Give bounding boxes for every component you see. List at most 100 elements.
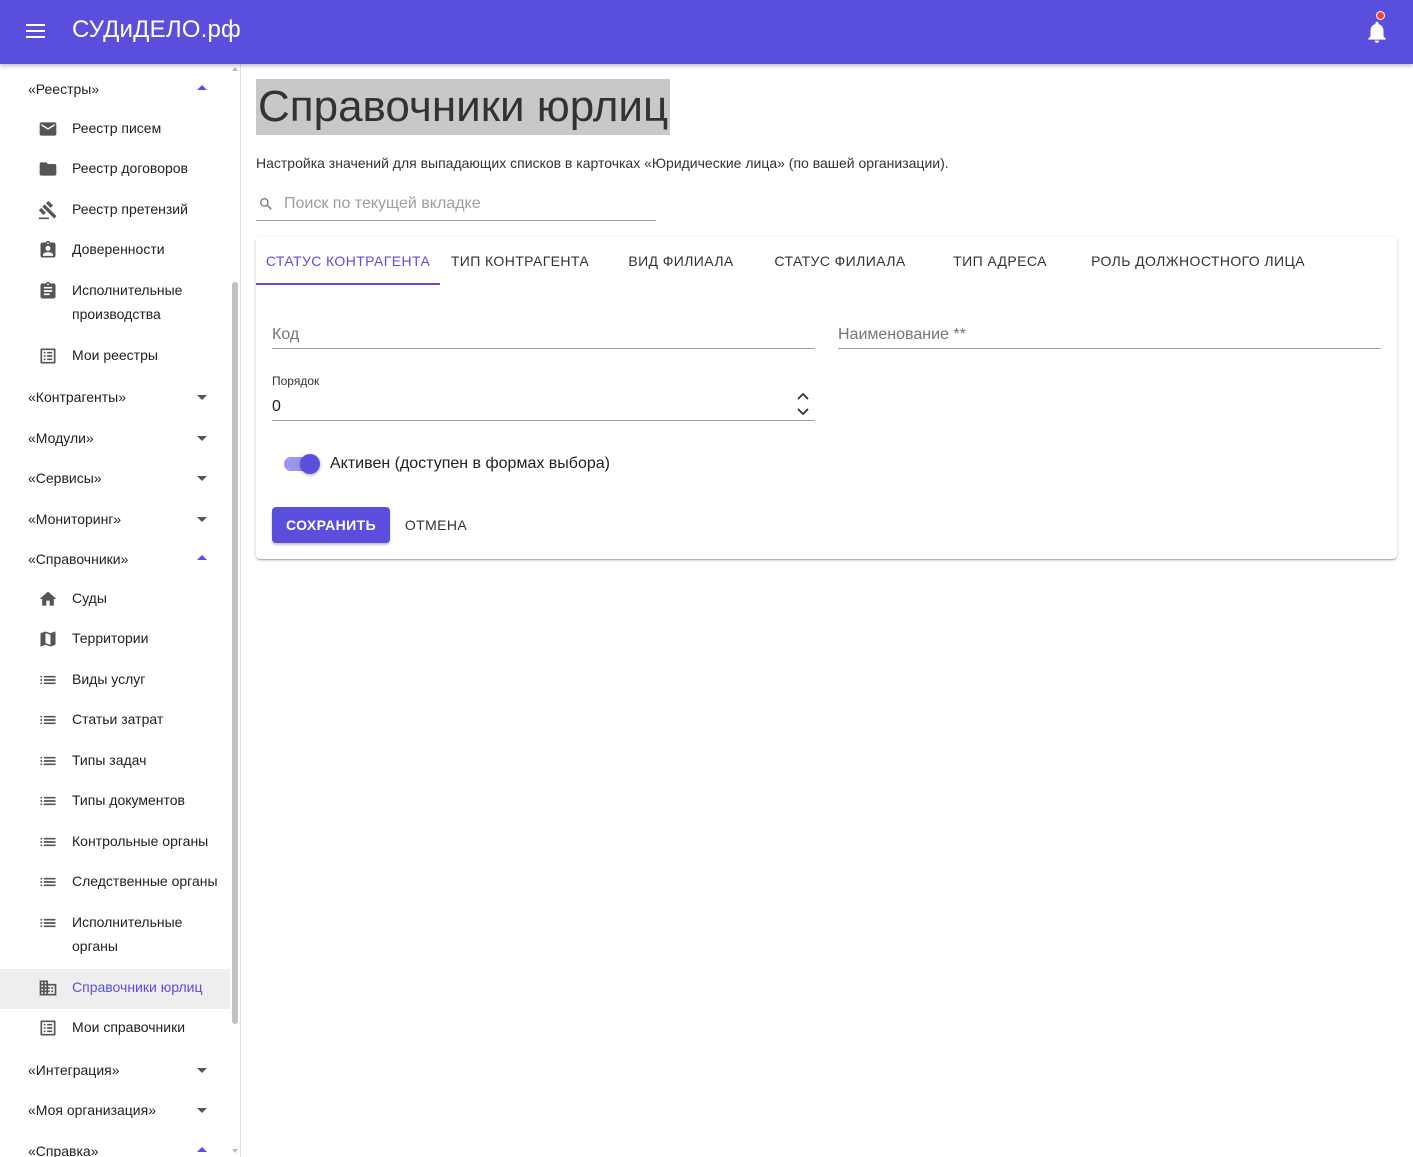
sidebar-item-control-bodies[interactable]: Контрольные органы <box>0 823 230 863</box>
sidebar-item-territories[interactable]: Территории <box>0 620 230 660</box>
tab-counterparty-type[interactable]: ТИП КОНТРАГЕНТА <box>440 237 600 285</box>
nav-group-label: «Контрагенты» <box>28 389 127 405</box>
nav-group-servisy[interactable]: «Сервисы» <box>0 458 230 498</box>
scroll-down-arrow-icon[interactable] <box>232 1149 238 1153</box>
sidebar-item-label: Реестр договоров <box>72 160 188 176</box>
sidebar-item-label: Типы документов <box>72 792 185 808</box>
tab-official-role[interactable]: РОЛЬ ДОЛЖНОСТНОГО ЛИЦА <box>1082 237 1314 285</box>
assignment-ind-icon <box>40 240 56 258</box>
nav-group-monitoring[interactable]: «Мониторинг» <box>0 499 230 539</box>
sidebar-item-powers-of-attorney[interactable]: Доверенности <box>0 231 230 271</box>
cancel-button[interactable]: ОТМЕНА <box>396 507 476 543</box>
sidebar-item-my-registries[interactable]: Мои реестры <box>0 337 230 377</box>
search-field <box>256 188 656 221</box>
mail-icon <box>39 122 57 136</box>
folder-icon <box>39 162 57 176</box>
order-label: Порядок <box>272 374 320 388</box>
nav-group-label: «Моя организация» <box>28 1102 156 1118</box>
sidebar-item-label: Исполнительные органы <box>72 914 183 954</box>
nav-group-label: «Модули» <box>28 430 94 446</box>
caret-down-icon <box>197 1108 207 1113</box>
code-input[interactable] <box>272 326 815 344</box>
tab-counterparty-status[interactable]: СТАТУС КОНТРАГЕНТА <box>256 237 440 285</box>
app-title[interactable]: СУДиДЕЛО.рф <box>72 16 241 44</box>
sidebar-scrollbar-thumb[interactable] <box>232 282 238 1024</box>
page-title: Справочники юрлиц <box>256 79 671 135</box>
nav-group-spravochniki[interactable]: «Справочники» <box>0 539 230 579</box>
sidebar-item-label: Мои реестры <box>72 347 158 363</box>
list-icon <box>40 675 56 685</box>
caret-down-icon <box>197 395 207 400</box>
nav-group-kontragenty[interactable]: «Контрагенты» <box>0 377 230 417</box>
nav-group-label: «Справка» <box>28 1143 99 1157</box>
sidebar-item-label: Доверенности <box>72 241 165 257</box>
nav-group-moduli[interactable]: «Модули» <box>0 418 230 458</box>
sidebar-item-letters[interactable]: Реестр писем <box>0 110 230 150</box>
business-icon <box>39 980 57 996</box>
sidebar-item-service-types[interactable]: Виды услуг <box>0 661 230 701</box>
nav-group-label: «Реестры» <box>28 81 100 97</box>
active-toggle[interactable] <box>284 454 322 474</box>
save-button[interactable]: СОХРАНИТЬ <box>272 507 390 543</box>
menu-icon[interactable] <box>22 20 50 44</box>
gavel-icon <box>38 200 57 220</box>
nav-group-label: «Сервисы» <box>28 470 102 486</box>
list-alt-icon <box>40 348 56 364</box>
name-field <box>838 315 1381 349</box>
nav-group-spravka[interactable]: «Справка» <box>0 1131 230 1157</box>
stepper-icon[interactable] <box>795 389 811 419</box>
caret-down-icon <box>197 1068 207 1073</box>
tab-branch-status[interactable]: СТАТУС ФИЛИАЛА <box>762 237 918 285</box>
sidebar-item-legal-entity-directories[interactable]: Справочники юрлиц <box>0 969 230 1009</box>
sidebar-item-label: Мои справочники <box>72 1019 186 1035</box>
sidebar-item-enforcement[interactable]: Исполнительные производства <box>0 272 230 336</box>
sidebar-item-my-directories[interactable]: Мои справочники <box>0 1009 230 1049</box>
search-input[interactable] <box>284 192 654 216</box>
nav-group-reestry[interactable]: «Реестры» <box>0 69 230 109</box>
app-bar: СУДиДЕЛО.рф <box>0 0 1413 64</box>
list-alt-icon <box>40 1020 56 1036</box>
caret-up-icon <box>197 85 207 90</box>
sidebar-item-label: Реестр претензий <box>72 201 188 217</box>
search-icon <box>260 198 272 210</box>
page-description: Настройка значений для выпадающих списко… <box>256 155 949 171</box>
directory-card: СТАТУС КОНТРАГЕНТА ТИП КОНТРАГЕНТА ВИД Ф… <box>256 237 1397 559</box>
nav-group-integraciya[interactable]: «Интеграция» <box>0 1050 230 1090</box>
sidebar-item-label: Суды <box>72 590 107 606</box>
order-input[interactable] <box>272 398 815 416</box>
sidebar-item-label: Контрольные органы <box>72 833 209 849</box>
sidebar-item-label: Виды услуг <box>72 671 146 687</box>
map-icon <box>40 631 56 647</box>
sidebar-item-label: Справочники юрлиц <box>72 979 203 995</box>
notifications-icon[interactable] <box>1364 18 1390 46</box>
tab-address-type[interactable]: ТИП АДРЕСА <box>918 237 1082 285</box>
sidebar-item-task-types[interactable]: Типы задач <box>0 742 230 782</box>
caret-up-icon <box>197 555 207 560</box>
assignment-icon <box>40 281 56 299</box>
toggle-thumb <box>300 454 320 474</box>
home-icon <box>39 591 57 606</box>
sidebar-item-courts[interactable]: Суды <box>0 580 230 620</box>
tab-branch-kind[interactable]: ВИД ФИЛИАЛА <box>600 237 762 285</box>
sidebar-item-label: Территории <box>72 630 149 646</box>
sidebar-item-label: Статьи затрат <box>72 711 164 727</box>
scroll-up-arrow-icon[interactable] <box>232 67 238 71</box>
list-icon <box>40 837 56 847</box>
code-field <box>272 315 815 349</box>
sidebar-item-document-types[interactable]: Типы документов <box>0 782 230 822</box>
sidebar-item-investigative-bodies[interactable]: Следственные органы <box>0 863 230 903</box>
sidebar-item-cost-items[interactable]: Статьи затрат <box>0 701 230 741</box>
sidebar-item-label: Следственные органы <box>72 873 218 889</box>
sidebar-item-executive-bodies[interactable]: Исполнительные органы <box>0 904 230 968</box>
notification-badge <box>1376 11 1385 20</box>
name-input[interactable] <box>838 326 1381 344</box>
list-icon <box>40 796 56 806</box>
list-icon <box>40 756 56 766</box>
list-icon <box>40 877 56 887</box>
sidebar-item-label: Реестр писем <box>72 120 162 136</box>
sidebar-item-contracts[interactable]: Реестр договоров <box>0 150 230 190</box>
nav-group-moya-organizaciya[interactable]: «Моя организация» <box>0 1090 230 1130</box>
sidebar-item-claims[interactable]: Реестр претензий <box>0 191 230 231</box>
caret-down-icon <box>197 436 207 441</box>
active-toggle-label: Активен (доступен в формах выбора) <box>330 455 610 472</box>
